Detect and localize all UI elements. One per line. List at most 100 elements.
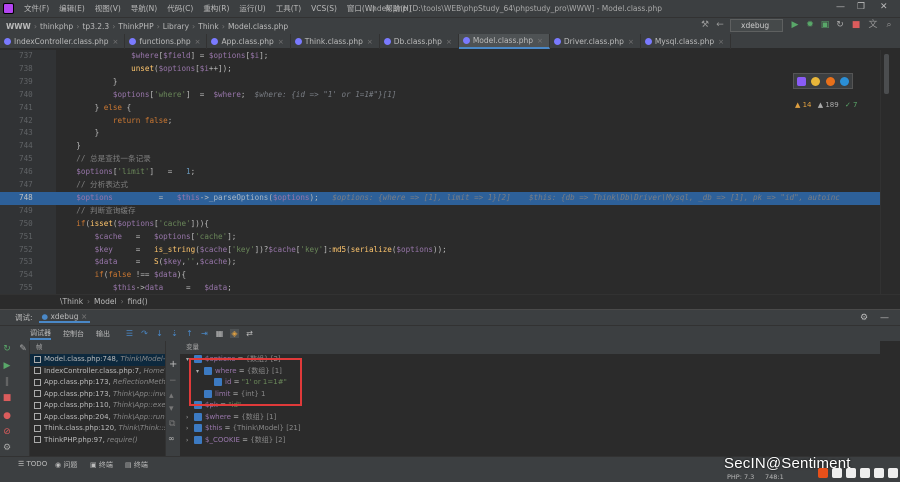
back-icon[interactable]: ← <box>715 19 725 31</box>
step-over-icon[interactable]: ↷ <box>140 329 149 338</box>
frame-row[interactable]: IndexController.class.php:7, Home\ <box>30 366 165 378</box>
code-line[interactable]: 750 if(isset($options['cache'])){ <box>0 218 880 231</box>
edge-icon[interactable] <box>840 76 850 86</box>
code-line[interactable]: 754 if(false !== $data){ <box>0 269 880 282</box>
code-text[interactable]: $options['where'] = $where; $where: {id … <box>58 89 397 102</box>
tab-model[interactable]: Model.class.php × <box>458 34 550 49</box>
code-text[interactable]: // 总是查找一条记录 <box>58 153 150 166</box>
menu-view[interactable]: 视图(V) <box>95 3 121 14</box>
code-text[interactable]: return false; <box>58 115 172 128</box>
maximize-icon[interactable]: ❐ <box>857 2 865 12</box>
variable-row[interactable]: $pk = "id" <box>180 400 880 412</box>
line-number[interactable]: 748 <box>0 192 36 205</box>
line-number[interactable]: 749 <box>0 205 36 218</box>
close-tab-icon[interactable]: × <box>367 38 373 46</box>
inspection-widget[interactable]: ▲ 14 ▲ 189 ✓ 7 <box>795 101 858 109</box>
cursor-position[interactable]: 748:1 <box>765 473 784 481</box>
close-tab-icon[interactable]: × <box>446 38 452 46</box>
line-number[interactable]: 753 <box>0 256 36 269</box>
close-session-icon[interactable]: × <box>81 312 87 321</box>
todo-tab[interactable]: ☰ TODO <box>18 460 47 468</box>
crumb-method[interactable]: find() <box>128 297 148 306</box>
variable-row[interactable]: › $this = {Think\Model} [21] <box>180 423 880 435</box>
close-tab-icon[interactable]: × <box>537 37 543 45</box>
menu-refactor[interactable]: 重构(R) <box>203 3 229 14</box>
line-number[interactable]: 738 <box>0 63 36 76</box>
code-text[interactable]: $cache = $options['cache']; <box>58 231 237 244</box>
breadcrumb-library[interactable]: Library <box>163 22 189 31</box>
glasses-icon[interactable]: ∞ <box>168 434 175 443</box>
wrench-icon[interactable]: ✎ <box>18 344 28 354</box>
variable-row[interactable]: ▾ $options = {数组} [2] <box>180 354 880 366</box>
firefox-icon[interactable] <box>825 76 835 86</box>
code-line[interactable]: 739 } <box>0 76 880 89</box>
close-tab-icon[interactable]: × <box>113 38 119 46</box>
expand-toggle-icon[interactable]: › <box>186 423 194 435</box>
code-text[interactable]: unset($options[$i++]); <box>58 63 232 76</box>
menu-tools[interactable]: 工具(T) <box>276 3 301 14</box>
code-text[interactable]: } <box>58 140 81 153</box>
code-line[interactable]: 745 // 总是查找一条记录 <box>0 153 880 166</box>
watch-icon[interactable]: ◈ <box>230 329 239 338</box>
code-line[interactable]: 738 unset($options[$i++]); <box>0 63 880 76</box>
line-number[interactable]: 739 <box>0 76 36 89</box>
settings-icon[interactable]: ⚙ <box>860 313 868 323</box>
line-number[interactable]: 741 <box>0 102 36 115</box>
code-text[interactable]: $data = S($key,'',$cache); <box>58 256 237 269</box>
line-number[interactable]: 743 <box>0 127 36 140</box>
expand-toggle-icon[interactable]: › <box>186 435 194 447</box>
code-text[interactable]: $options['limit'] = 1; <box>58 166 195 179</box>
breadcrumb-file[interactable]: Model.class.php <box>228 22 288 31</box>
search-icon[interactable]: ⌕ <box>884 19 894 31</box>
code-line[interactable]: 755 $this->data = $data; <box>0 282 880 294</box>
stop-debug-icon[interactable]: ■ <box>2 393 12 403</box>
remove-watch-icon[interactable]: − <box>169 376 177 386</box>
tab-console[interactable]: 控制台 <box>63 329 84 339</box>
frame-row[interactable]: App.class.php:110, Think\App::exec <box>30 400 165 412</box>
expand-toggle-icon[interactable]: › <box>186 412 194 424</box>
mute-breakpoints-icon[interactable]: ⊘ <box>2 427 12 437</box>
tab-driver[interactable]: Driver.class.php × <box>550 34 641 49</box>
profile-icon[interactable]: ↻ <box>835 19 845 31</box>
menu-vcs[interactable]: VCS(S) <box>311 4 337 13</box>
translate-icon[interactable]: 文 <box>868 19 878 31</box>
line-number[interactable]: 740 <box>0 89 36 102</box>
step-into-icon[interactable]: ↓ <box>155 329 164 338</box>
line-number[interactable]: 754 <box>0 269 36 282</box>
menu-run[interactable]: 运行(U) <box>239 3 265 14</box>
run-icon[interactable]: ▶ <box>790 19 800 31</box>
phpstorm-icon[interactable] <box>796 76 806 86</box>
menu-navigate[interactable]: 导航(N) <box>131 3 157 14</box>
code-text[interactable]: $where[$field] = $options[$i]; <box>58 50 268 63</box>
menu-code[interactable]: 代码(C) <box>167 3 193 14</box>
variable-row[interactable]: › $where = {数组} [1] <box>180 412 880 424</box>
line-number[interactable]: 737 <box>0 50 36 63</box>
crumb-namespace[interactable]: \Think <box>60 297 83 306</box>
code-line[interactable]: 737 $where[$field] = $options[$i]; <box>0 50 880 63</box>
breadcrumb-thinkphp-dir[interactable]: ThinkPHP <box>118 22 153 31</box>
restore-layout-icon[interactable]: ⇄ <box>245 329 254 338</box>
stop-icon[interactable]: ■ <box>851 19 861 31</box>
close-tab-icon[interactable]: × <box>278 38 284 46</box>
menu-lines-icon[interactable]: ☰ <box>125 329 134 338</box>
tab-indexcontroller[interactable]: IndexController.class.php × <box>0 34 126 49</box>
code-line[interactable]: 747 // 分析表达式 <box>0 179 880 192</box>
code-line[interactable]: 749 // 判断查询缓存 <box>0 205 880 218</box>
hide-panel-icon[interactable]: — <box>880 313 889 323</box>
debug-icon[interactable]: ✹ <box>805 19 815 31</box>
line-number[interactable]: 752 <box>0 244 36 257</box>
resume-icon[interactable]: ▶ <box>2 361 12 371</box>
breadcrumb-think[interactable]: Think <box>198 22 219 31</box>
tab-app[interactable]: App.class.php × <box>207 34 291 49</box>
expand-toggle-icon[interactable]: ▾ <box>196 366 204 378</box>
line-number[interactable]: 755 <box>0 282 36 294</box>
code-text[interactable]: $key = is_string($cache['key'])?$cache['… <box>58 244 447 257</box>
evaluate-icon[interactable]: ▦ <box>215 329 224 338</box>
breadcrumb-tp323[interactable]: tp3.2.3 <box>82 22 109 31</box>
frame-row[interactable]: App.class.php:173, Think\App::invo <box>30 389 165 401</box>
code-text[interactable]: $options = $this->_parseOptions($options… <box>58 192 840 205</box>
php-version[interactable]: PHP: 7.3 <box>727 473 754 481</box>
run-config-select[interactable]: xdebug <box>730 19 783 32</box>
variable-row[interactable]: ▾ where = {数组} [1] <box>180 366 880 378</box>
add-watch-icon[interactable]: + <box>169 359 177 370</box>
